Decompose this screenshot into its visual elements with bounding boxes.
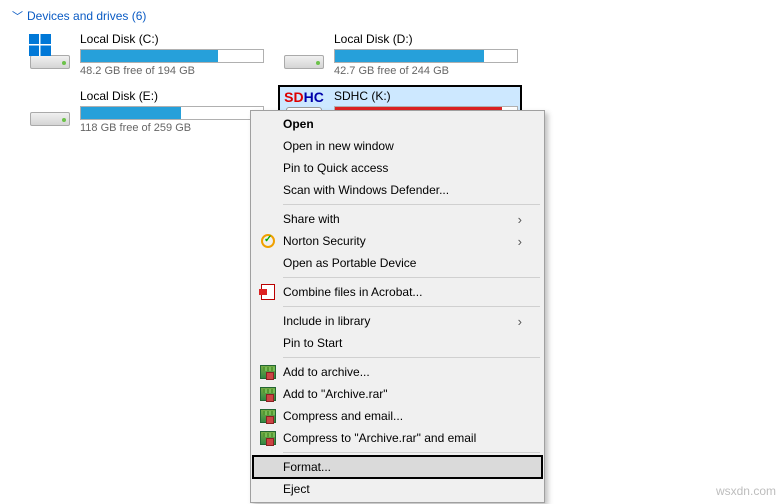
menu-add-archive-rar[interactable]: Add to "Archive.rar" <box>253 383 542 405</box>
drive-item[interactable]: Local Disk (D:) 42.7 GB free of 244 GB <box>280 30 520 79</box>
submenu-arrow-icon: › <box>518 212 522 227</box>
pdf-icon <box>259 283 277 301</box>
norton-icon <box>259 232 277 250</box>
storage-bar <box>80 106 264 120</box>
rar-icon <box>259 429 277 447</box>
drive-item[interactable]: Local Disk (C:) 48.2 GB free of 194 GB <box>26 30 266 79</box>
menu-pin-start[interactable]: Pin to Start <box>253 332 542 354</box>
menu-add-archive[interactable]: Add to archive... <box>253 361 542 383</box>
rar-icon <box>259 407 277 425</box>
menu-separator <box>283 277 540 278</box>
submenu-arrow-icon: › <box>518 234 522 249</box>
menu-compress-email[interactable]: Compress and email... <box>253 405 542 427</box>
menu-pin-quick-access[interactable]: Pin to Quick access <box>253 157 542 179</box>
menu-open-new-window[interactable]: Open in new window <box>253 135 542 157</box>
hdd-icon <box>28 89 72 129</box>
watermark: wsxdn.com <box>716 484 776 498</box>
menu-eject[interactable]: Eject <box>253 478 542 500</box>
hdd-icon <box>28 32 72 72</box>
drive-label: Local Disk (E:) <box>80 89 264 103</box>
drive-label: SDHC (K:) <box>334 89 518 103</box>
menu-separator <box>283 204 540 205</box>
rar-icon <box>259 363 277 381</box>
drive-item[interactable]: Local Disk (E:) 118 GB free of 259 GB <box>26 87 266 136</box>
menu-open[interactable]: Open <box>253 113 542 135</box>
drive-label: Local Disk (D:) <box>334 32 518 46</box>
menu-separator <box>283 357 540 358</box>
menu-include-library[interactable]: Include in library› <box>253 310 542 332</box>
devices-header[interactable]: ﹀ Devices and drives (6) <box>12 8 770 24</box>
menu-compress-rar-email[interactable]: Compress to "Archive.rar" and email <box>253 427 542 449</box>
menu-portable-device[interactable]: Open as Portable Device <box>253 252 542 274</box>
menu-format[interactable]: Format... <box>253 456 542 478</box>
hdd-icon <box>282 32 326 72</box>
menu-scan-defender[interactable]: Scan with Windows Defender... <box>253 179 542 201</box>
submenu-arrow-icon: › <box>518 314 522 329</box>
storage-bar <box>334 49 518 63</box>
storage-bar <box>80 49 264 63</box>
menu-separator <box>283 306 540 307</box>
menu-norton[interactable]: Norton Security› <box>253 230 542 252</box>
drive-freespace: 48.2 GB free of 194 GB <box>80 65 264 77</box>
drive-freespace: 42.7 GB free of 244 GB <box>334 65 518 77</box>
chevron-down-icon: ﹀ <box>12 8 23 24</box>
drive-freespace: 118 GB free of 259 GB <box>80 122 264 134</box>
context-menu: Open Open in new window Pin to Quick acc… <box>250 110 545 503</box>
menu-share-with[interactable]: Share with› <box>253 208 542 230</box>
devices-header-label: Devices and drives (6) <box>27 9 146 23</box>
menu-combine-acrobat[interactable]: Combine files in Acrobat... <box>253 281 542 303</box>
drive-label: Local Disk (C:) <box>80 32 264 46</box>
rar-icon <box>259 385 277 403</box>
menu-separator <box>283 452 540 453</box>
